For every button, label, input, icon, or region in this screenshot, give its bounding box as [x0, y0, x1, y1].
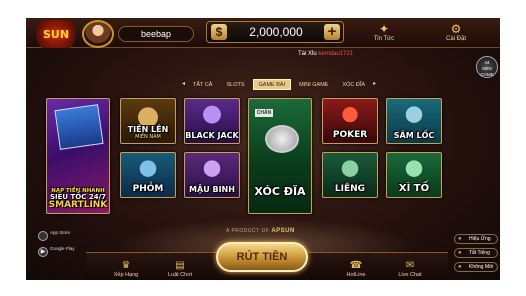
game-tien-len[interactable]: TIẾN LÊN MIỀN NAM	[120, 98, 176, 144]
product-brand: APSUN	[271, 228, 295, 234]
mau-binh-title: MẬU BINH	[189, 185, 235, 194]
smartlink-promo[interactable]: NẠP TIỀN NHANH SIÊU TỐC 24/7 SMARTLINK	[46, 98, 110, 214]
sun-logo: SUN	[32, 20, 80, 48]
add-funds-icon[interactable]: +	[324, 24, 340, 40]
game-xoc-dia[interactable]: CHẴN XÓC ĐĨA	[248, 98, 312, 214]
ticker-user: kemdau1721	[318, 51, 354, 57]
tabs-left-icon[interactable]: ◂	[182, 79, 185, 90]
settings-label: Cài Đặt	[445, 35, 466, 42]
apple-icon	[38, 231, 48, 241]
tab-card-games[interactable]: GAME BÀI	[252, 79, 292, 90]
filter-tabs: ◂ TẤT CẢ SLOTS GAME BÀI MINI GAME XÓC ĐĨ…	[182, 79, 376, 90]
sound-label: Tắt Tiếng	[469, 250, 490, 256]
trophy-icon: ♛	[121, 260, 131, 271]
app-store-label: App Store	[50, 230, 71, 235]
xi-to-title: XÌ TỐ	[398, 183, 430, 194]
xoc-dia-bowl-art	[265, 125, 299, 153]
effects-label: Hiệu Ứng	[469, 236, 491, 242]
live-chat-label: Live Chat	[398, 272, 422, 278]
book-icon: ▤	[175, 260, 185, 271]
dollar-icon: $	[211, 24, 227, 40]
balance-box: $ 2,000,000 +	[206, 21, 344, 43]
game-sam-loc[interactable]: SÂM LỐC	[386, 98, 442, 144]
rules-button[interactable]: ▤ Luật Chơi	[154, 254, 206, 280]
sam-loc-title: SÂM LỐC	[393, 131, 435, 140]
phone-icon: ☎	[349, 260, 363, 271]
game-xi-to[interactable]: XÌ TỐ	[386, 152, 442, 198]
tab-slots[interactable]: SLOTS	[220, 79, 250, 90]
poker-chips-art	[323, 99, 377, 126]
mini-game-label: MINI GAME	[480, 66, 494, 77]
lieng-chips-art	[323, 153, 377, 180]
rules-label: Luật Chơi	[167, 272, 193, 278]
avatar[interactable]	[82, 20, 114, 48]
mini-game-button[interactable]: 44 MINI GAME	[476, 56, 498, 78]
news-label: Tin Tức	[373, 35, 395, 42]
app-store-link[interactable]: App Store	[38, 230, 88, 242]
black-jack-cards-art	[185, 99, 239, 126]
ranking-label: Xếp Hạng	[113, 272, 139, 278]
hotline-label: HotLine	[346, 272, 366, 278]
balance-value: 2,000,000	[249, 25, 303, 39]
ranking-button[interactable]: ♛ Xếp Hạng	[100, 254, 152, 280]
lieng-title: LIÊNG	[334, 184, 366, 194]
music-label: Không Mời	[469, 264, 494, 270]
product-prefix: A PRODUCT OF	[226, 228, 270, 234]
tabs-right-icon[interactable]: ▸	[373, 79, 376, 90]
google-play-link[interactable]: ▶ Google Play	[38, 246, 88, 258]
sound-toggle[interactable]: ● Tắt Tiếng	[454, 248, 498, 258]
tab-all[interactable]: TẤT CẢ	[187, 79, 218, 90]
effects-icon: ●	[458, 236, 462, 242]
phom-cards-art	[121, 153, 175, 180]
tien-len-cards-art	[121, 99, 175, 126]
live-chat-button[interactable]: ✉ Live Chat	[384, 254, 436, 280]
smartlink-line3: SMARTLINK	[48, 200, 108, 210]
sam-loc-cards-art	[387, 99, 441, 126]
xi-to-cards-art	[387, 153, 441, 180]
game-mau-binh[interactable]: MẬU BINH	[184, 152, 240, 198]
tab-mini-game[interactable]: MINI GAME	[293, 79, 334, 90]
game-phom[interactable]: PHỎM	[120, 152, 176, 198]
hotline-button[interactable]: ☎ HotLine	[330, 254, 382, 280]
music-icon: ●	[458, 264, 462, 270]
ticker: Tài Xỉu kemdau1721	[298, 51, 353, 57]
game-poker[interactable]: POKER	[322, 98, 378, 144]
xoc-dia-title: XÓC ĐĨA	[254, 185, 306, 198]
ticker-prefix: Tài Xỉu	[298, 51, 317, 57]
news-button[interactable]: ✦ Tin Tức	[352, 18, 416, 46]
game-black-jack[interactable]: BLACK JACK	[184, 98, 240, 144]
black-jack-title: BLACK JACK	[185, 131, 239, 140]
phom-title: PHỎM	[132, 184, 164, 194]
smartlink-card-art	[54, 104, 104, 150]
play-icon: ▶	[38, 247, 48, 257]
news-icon: ✦	[378, 21, 390, 36]
tab-xoc-dia[interactable]: XÓC ĐĨA	[336, 79, 371, 90]
mau-binh-cards-art	[185, 153, 239, 180]
chat-icon: ✉	[405, 260, 415, 271]
google-play-label: Google Play	[50, 246, 75, 251]
poker-title: POKER	[332, 130, 368, 140]
tien-len-title: TIẾN LÊN	[127, 125, 169, 134]
product-credit: A PRODUCT OF APSUN	[226, 228, 295, 234]
game-lobby: SUN beebap $ 2,000,000 + ✦ Tin Tức ⚙ Cài…	[26, 18, 500, 280]
withdraw-button[interactable]: RÚT TIỀN	[216, 242, 308, 272]
mini-game-count: 44	[484, 60, 490, 65]
settings-button[interactable]: ⚙ Cài Đặt	[424, 18, 488, 46]
gear-icon: ⚙	[450, 21, 462, 36]
effects-toggle[interactable]: ● Hiệu Ứng	[454, 234, 498, 244]
username-field[interactable]: beebap	[118, 26, 194, 42]
music-toggle[interactable]: ● Không Mời	[454, 262, 498, 272]
sound-icon: ●	[458, 250, 462, 256]
xoc-dia-badge: CHẴN	[255, 109, 273, 117]
game-lieng[interactable]: LIÊNG	[322, 152, 378, 198]
tien-len-sub: MIỀN NAM	[135, 134, 161, 140]
